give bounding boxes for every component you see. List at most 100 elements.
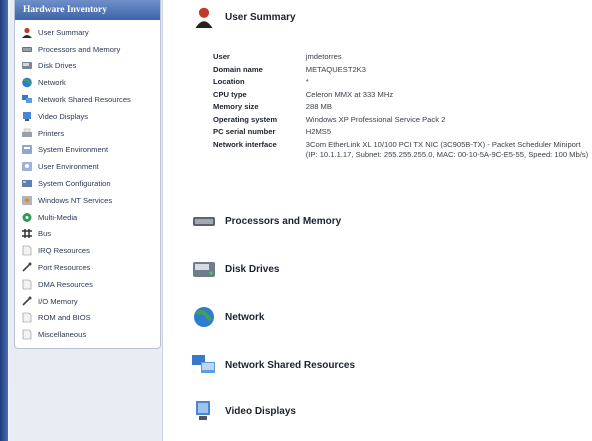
row-value: H2MS5 [305,127,332,136]
section-title: Disk Drives [225,263,280,275]
bus-icon [22,229,32,239]
row-key: PC serial number [213,127,276,136]
section-title: User Summary [225,11,296,23]
sidebar-item-label: User Summary [38,27,89,37]
section-processors-memory[interactable]: Processors and Memory [191,210,341,232]
sidebar-item-multi-media[interactable]: Multi-Media [15,209,160,226]
row-value: * [305,77,309,86]
section-title: Network [225,311,265,323]
sidebar-item-label: Network Shared Resources [38,95,131,105]
sidebar-item-network-shared-resources[interactable]: Network Shared Resources [15,91,160,108]
shared-resources-icon [22,95,32,104]
sidebar-item-irq-resources[interactable]: IRQ Resources [15,242,160,259]
sidebar-item-label: Windows NT Services [38,195,113,205]
sidebar-item-miscellaneous[interactable]: Miscellaneous [15,326,160,343]
section-disk-drives[interactable]: Disk Drives [191,258,279,280]
services-icon [22,195,32,205]
rom-icon [22,313,32,323]
window-edge [0,0,8,441]
dma-icon [22,279,32,290]
section-video-displays[interactable]: Video Displays [191,400,296,422]
section-title: Video Displays [225,405,296,417]
sidebar-item-system-configuration[interactable]: System Configuration [15,175,160,192]
sidebar-item-label: Processors and Memory [38,44,121,54]
config-icon [22,180,32,188]
sidebar-item-dma-resources[interactable]: DMA Resources [15,276,160,293]
user-summary-table: User jmdetorres Domain name METAQUEST2K3 L… [213,52,592,160]
sidebar-item-windows-nt-services[interactable]: Windows NT Services [15,192,160,209]
sidebar-item-bus[interactable]: Bus [15,226,160,243]
sidebar-item-label: System Configuration [38,179,111,189]
disk-icon [22,62,32,70]
row-key: Location [213,77,245,86]
chip-icon [22,46,32,52]
sidebar-item-label: Printers [38,128,65,138]
sidebar-item-network[interactable]: Network [15,74,160,91]
monitor-icon [196,401,210,420]
row-key: Memory size [213,102,259,111]
panel-header: Hardware Inventory [15,0,160,20]
table-row: Domain name METAQUEST2K3 [213,65,592,78]
sidebar-item-label: IRQ Resources [38,246,90,256]
sidebar-item-user-environment[interactable]: User Environment [15,158,160,175]
row-key: Domain name [213,64,263,74]
section-user-summary: User Summary [191,6,296,28]
section-network[interactable]: Network [191,306,264,328]
sidebar-item-label: System Environment [38,145,109,155]
io-memory-icon [22,296,32,306]
irq-icon [22,245,32,256]
globe-icon [22,77,32,88]
sidebar-item-label: Miscellaneous [38,330,87,340]
multimedia-icon [22,212,32,222]
sidebar-item-label: Multi-Media [38,212,78,222]
section-title: Processors and Memory [225,215,342,227]
sidebar-item-label: Disk Drives [38,61,77,71]
sidebar-item-label: ROM and BIOS [38,313,91,323]
row-key: User [213,52,230,61]
section-network-shared-resources[interactable]: Network Shared Resources [191,354,355,376]
sidebar-item-disk-drives[interactable]: Disk Drives [15,58,160,75]
sidebar-item-io-memory[interactable]: I/O Memory [15,293,160,310]
sidebar-item-label: Port Resources [38,263,91,273]
sidebar-item-label: Network [38,78,66,88]
row-value: 288 MB [305,102,332,111]
sidebar-item-processors-memory[interactable]: Processors and Memory [15,41,160,58]
sidebar-item-system-environment[interactable]: System Environment [15,142,160,159]
system-env-icon [22,145,32,155]
table-row: CPU type Celeron MMX at 333 MHz [213,90,592,103]
sidebar-item-video-displays[interactable]: Video Displays [15,108,160,125]
main-content: User Summary User jmdetorres Domain name M… [163,0,592,441]
nav-list: User Summary Processors and Memory Disk … [15,20,160,343]
chip-icon [193,217,215,226]
sidebar-item-label: User Environment [38,162,99,172]
user-env-icon [22,162,32,172]
row-value: METAQUEST2K3 [305,64,366,74]
disk-icon [193,262,215,277]
sidebar-item-user-summary[interactable]: User Summary [15,24,160,41]
sidebar-item-printers[interactable]: Printers [15,125,160,142]
row-key: Network interface [213,139,277,149]
table-row: Memory size 288 MB [213,102,592,115]
row-key: Operating system [213,114,278,124]
row-value: jmdetorres [305,52,342,61]
table-row: Operating system Windows XP Professional … [213,115,592,128]
table-row: User jmdetorres [213,52,592,65]
table-row: PC serial number H2MS5 [213,127,592,140]
globe-icon [194,307,214,327]
sidebar-item-label: DMA Resources [38,279,93,289]
user-icon [195,7,213,28]
sidebar-item-label: Bus [38,229,52,239]
sidebar-item-label: I/O Memory [38,296,78,306]
section-title: Network Shared Resources [225,359,356,371]
misc-icon [22,329,32,340]
sidebar-item-port-resources[interactable]: Port Resources [15,259,160,276]
row-key: CPU type [213,89,247,99]
sidebar-item-rom-bios[interactable]: ROM and BIOS [15,310,160,327]
sidebar: Hardware Inventory User Summary Processo… [10,0,163,441]
row-value: 3Com EtherLink XL 10/100 PCI TX NIC (3C9… [305,139,589,159]
sidebar-item-label: Video Displays [38,111,89,121]
hardware-inventory-panel: Hardware Inventory User Summary Processo… [14,0,161,349]
row-value: Celeron MMX at 333 MHz [305,89,394,99]
table-row: Location * [213,77,592,90]
user-icon [22,27,32,38]
